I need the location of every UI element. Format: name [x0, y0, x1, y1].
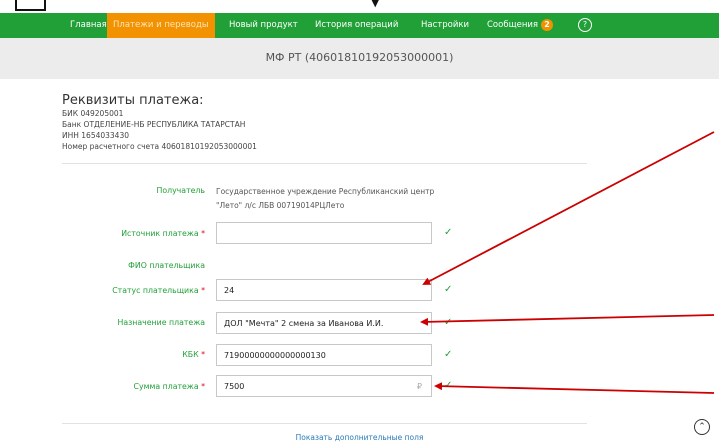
- annotation-arrow-status: [422, 131, 715, 285]
- annotation-arrows: [420, 131, 715, 394]
- annotation-arrow-amount: [434, 382, 715, 394]
- annotation-arrow-purpose: [420, 314, 715, 326]
